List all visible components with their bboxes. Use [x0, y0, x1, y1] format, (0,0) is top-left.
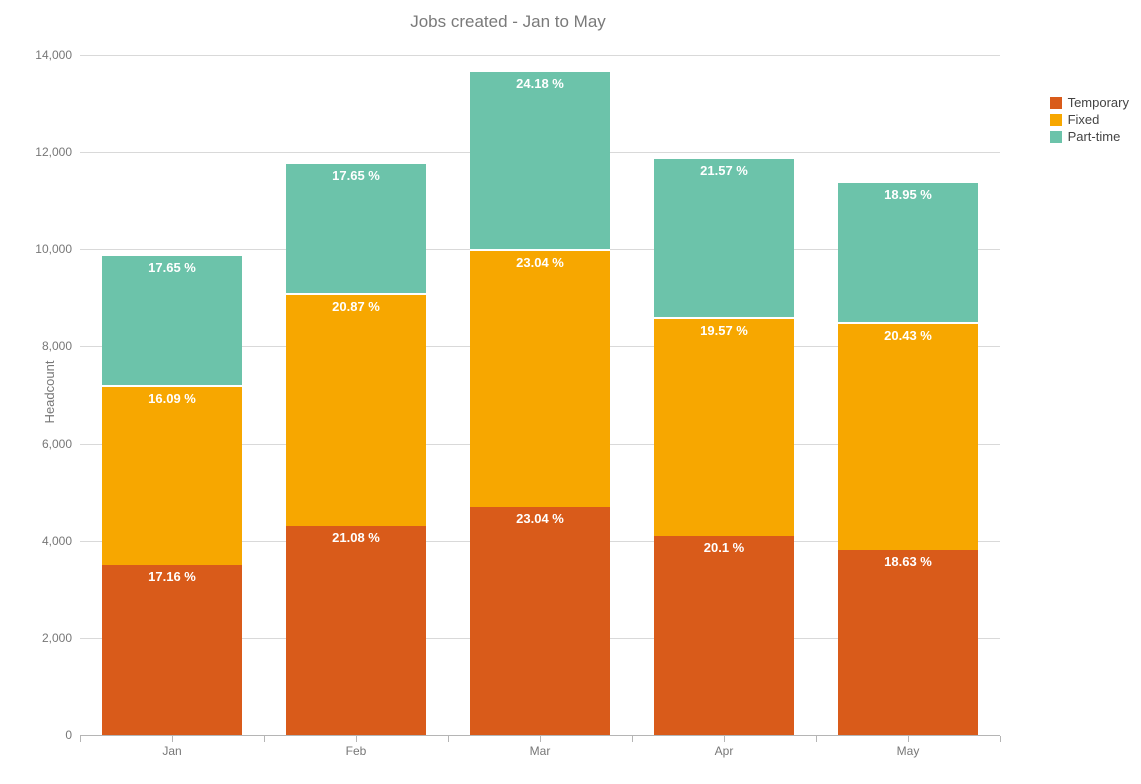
- x-tick: [448, 736, 449, 742]
- bar-segment-temporary[interactable]: 18.63 %: [838, 550, 978, 735]
- y-tick-label: 8,000: [42, 339, 72, 353]
- bar-segment-temporary[interactable]: 17.16 %: [102, 565, 242, 735]
- bar-segment-label: 21.08 %: [286, 530, 426, 545]
- x-tick-label: Jan: [162, 744, 181, 758]
- y-tick-label: 6,000: [42, 437, 72, 451]
- legend-item-fixed: Fixed: [1050, 112, 1129, 127]
- stacked-bar-chart: Jobs created - Jan to May Temporary Fixe…: [0, 0, 1141, 784]
- bar-segment-fixed[interactable]: 23.04 %: [470, 249, 610, 506]
- bar-segment-part-time[interactable]: 24.18 %: [470, 70, 610, 250]
- bar-segment-label: 23.04 %: [470, 511, 610, 526]
- bar-segment-label: 17.16 %: [102, 569, 242, 584]
- legend-swatch-temporary: [1050, 97, 1062, 109]
- bar-segment-temporary[interactable]: 23.04 %: [470, 507, 610, 735]
- bar-segment-label: 20.1 %: [654, 540, 794, 555]
- x-tick: [80, 736, 81, 742]
- plot-area: 02,0004,0006,0008,00010,00012,00014,0001…: [80, 55, 1000, 735]
- bar-segment-temporary[interactable]: 21.08 %: [286, 526, 426, 735]
- x-tick-label: Mar: [530, 744, 551, 758]
- x-tick: [172, 736, 173, 742]
- bar-segment-label: 20.87 %: [286, 299, 426, 314]
- x-tick: [540, 736, 541, 742]
- bar-segment-label: 18.63 %: [838, 554, 978, 569]
- bar-segment-label: 18.95 %: [838, 187, 978, 202]
- x-tick: [356, 736, 357, 742]
- y-tick-label: 12,000: [35, 145, 72, 159]
- bar-segment-label: 16.09 %: [102, 391, 242, 406]
- bar-segment-label: 20.43 %: [838, 328, 978, 343]
- y-tick-label: 10,000: [35, 242, 72, 256]
- bar-segment-part-time[interactable]: 18.95 %: [838, 181, 978, 322]
- legend-label-fixed: Fixed: [1068, 112, 1100, 127]
- bar-segment-fixed[interactable]: 20.87 %: [286, 293, 426, 526]
- bar-segment-fixed[interactable]: 16.09 %: [102, 385, 242, 565]
- bar-segment-label: 24.18 %: [470, 76, 610, 91]
- x-tick: [908, 736, 909, 742]
- bar-segment-label: 17.65 %: [286, 168, 426, 183]
- bar-segment-fixed[interactable]: 19.57 %: [654, 317, 794, 536]
- legend-item-temporary: Temporary: [1050, 95, 1129, 110]
- bar-segment-part-time[interactable]: 17.65 %: [286, 162, 426, 293]
- y-axis-label: Headcount: [42, 361, 57, 424]
- x-axis: JanFebMarAprMay: [80, 735, 1000, 736]
- y-tick-label: 14,000: [35, 48, 72, 62]
- bars-layer: 17.16 % 16.09 % 17.65 % 21.08 % 20.87 % 17.65…: [80, 55, 1000, 735]
- x-tick-label: Feb: [346, 744, 367, 758]
- x-tick: [264, 736, 265, 742]
- bar-segment-part-time[interactable]: 17.65 %: [102, 254, 242, 385]
- bar-segment-temporary[interactable]: 20.1 %: [654, 536, 794, 735]
- bar-segment-label: 23.04 %: [470, 255, 610, 270]
- x-tick: [724, 736, 725, 742]
- x-tick: [816, 736, 817, 742]
- legend-item-parttime: Part-time: [1050, 129, 1129, 144]
- chart-title: Jobs created - Jan to May: [0, 12, 1016, 32]
- x-tick-label: Apr: [715, 744, 734, 758]
- bar-segment-label: 21.57 %: [654, 163, 794, 178]
- y-tick-label: 4,000: [42, 534, 72, 548]
- bar-segment-label: 17.65 %: [102, 260, 242, 275]
- y-tick-label: 2,000: [42, 631, 72, 645]
- bar-segment-fixed[interactable]: 20.43 %: [838, 322, 978, 550]
- legend-swatch-fixed: [1050, 114, 1062, 126]
- x-tick-label: May: [897, 744, 920, 758]
- legend-label-parttime: Part-time: [1068, 129, 1121, 144]
- x-tick: [1000, 736, 1001, 742]
- y-tick-label: 0: [65, 728, 72, 742]
- legend-label-temporary: Temporary: [1068, 95, 1129, 110]
- legend-swatch-parttime: [1050, 131, 1062, 143]
- legend: Temporary Fixed Part-time: [1050, 95, 1129, 146]
- bar-segment-part-time[interactable]: 21.57 %: [654, 157, 794, 317]
- x-tick: [632, 736, 633, 742]
- bar-segment-label: 19.57 %: [654, 323, 794, 338]
